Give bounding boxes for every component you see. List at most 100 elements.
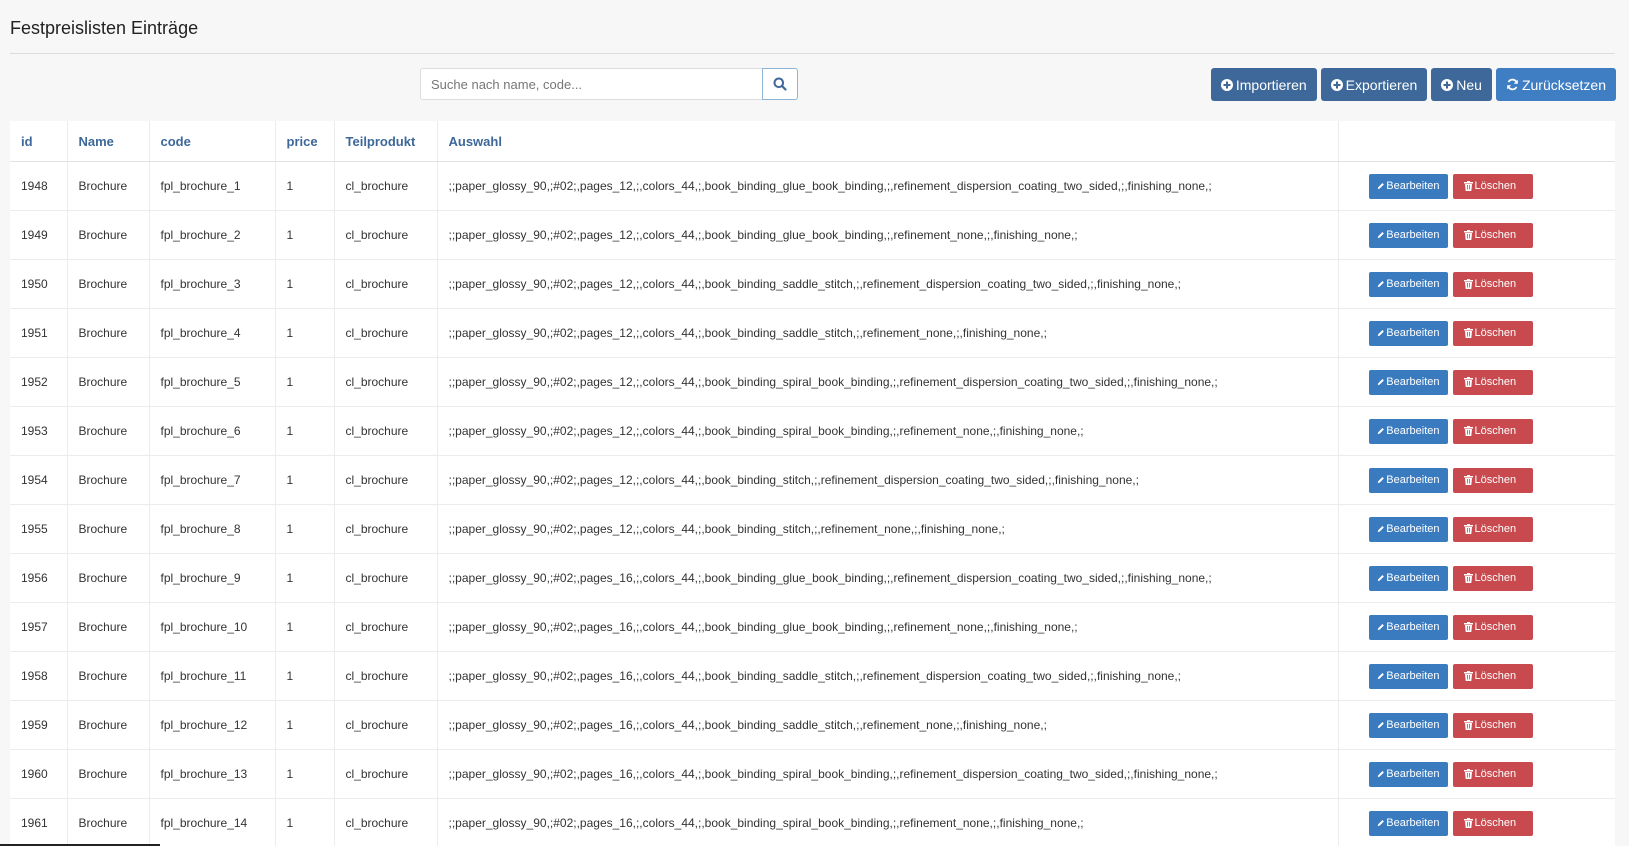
edit-button[interactable]: Bearbeiten	[1368, 712, 1448, 738]
cell-name: Brochure	[67, 455, 150, 505]
edit-button[interactable]: Bearbeiten	[1368, 614, 1448, 640]
edit-label: Bearbeiten	[1386, 278, 1440, 290]
cell-code: fpl_brochure_10	[149, 602, 276, 652]
new-button[interactable]: Neu	[1431, 68, 1492, 101]
cell-teilprodukt: cl_brochure	[334, 798, 438, 846]
cell-code: fpl_brochure_4	[149, 308, 276, 358]
edit-label: Bearbeiten	[1386, 621, 1440, 633]
cell-name: Brochure	[67, 749, 150, 799]
reset-button[interactable]: Zurücksetzen	[1495, 68, 1616, 101]
cell-auswahl: ;;paper_glossy_90,;#02;,pages_12,;,color…	[437, 455, 1339, 505]
plus-circle-icon	[1330, 78, 1343, 91]
edit-button[interactable]: Bearbeiten	[1368, 810, 1448, 836]
delete-button[interactable]: Löschen	[1452, 320, 1533, 346]
cell-id: 1958	[10, 651, 68, 701]
cell-code: fpl_brochure_13	[149, 749, 276, 799]
edit-label: Bearbeiten	[1386, 425, 1440, 437]
delete-label: Löschen	[1474, 817, 1517, 829]
cell-actions: Bearbeiten Löschen	[1338, 308, 1615, 358]
cell-auswahl: ;;paper_glossy_90,;#02;,pages_12,;,color…	[437, 259, 1339, 309]
cell-code: fpl_brochure_8	[149, 504, 276, 554]
delete-button[interactable]: Löschen	[1452, 222, 1533, 248]
cell-actions: Bearbeiten Löschen	[1338, 749, 1615, 799]
cell-price: 1	[275, 798, 335, 846]
delete-button[interactable]: Löschen	[1452, 712, 1533, 738]
trash-icon	[1463, 720, 1473, 730]
trash-icon	[1463, 426, 1473, 436]
edit-button[interactable]: Bearbeiten	[1368, 369, 1448, 395]
delete-button[interactable]: Löschen	[1452, 565, 1533, 591]
cell-teilprodukt: cl_brochure	[334, 357, 438, 407]
edit-button[interactable]: Bearbeiten	[1368, 320, 1448, 346]
pencil-icon	[1377, 428, 1384, 435]
delete-button[interactable]: Löschen	[1452, 614, 1533, 640]
edit-label: Bearbeiten	[1386, 474, 1440, 486]
trash-icon	[1463, 475, 1473, 485]
cell-code: fpl_brochure_12	[149, 700, 276, 750]
column-header-code[interactable]: code	[149, 121, 276, 162]
cell-actions: Bearbeiten Löschen	[1338, 357, 1615, 407]
table-row: 1961 Brochure fpl_brochure_14 1 cl_broch…	[10, 798, 1615, 846]
edit-button[interactable]: Bearbeiten	[1368, 467, 1448, 493]
delete-button[interactable]: Löschen	[1452, 810, 1533, 836]
delete-button[interactable]: Löschen	[1452, 369, 1533, 395]
pencil-icon	[1377, 771, 1384, 778]
cell-id: 1954	[10, 455, 68, 505]
cell-id: 1950	[10, 259, 68, 309]
trash-icon	[1463, 377, 1473, 387]
cell-actions: Bearbeiten Löschen	[1338, 210, 1615, 260]
cell-name: Brochure	[67, 651, 150, 701]
search-button[interactable]	[762, 68, 798, 100]
delete-label: Löschen	[1474, 474, 1517, 486]
edit-label: Bearbeiten	[1386, 719, 1440, 731]
edit-button[interactable]: Bearbeiten	[1368, 761, 1448, 787]
column-header-name[interactable]: Name	[67, 121, 150, 162]
table-row: 1957 Brochure fpl_brochure_10 1 cl_broch…	[10, 602, 1615, 652]
column-header-id[interactable]: id	[10, 121, 68, 162]
delete-button[interactable]: Löschen	[1452, 418, 1533, 444]
cell-actions: Bearbeiten Löschen	[1338, 504, 1615, 554]
cell-auswahl: ;;paper_glossy_90,;#02;,pages_12,;,color…	[437, 504, 1339, 554]
column-header-price[interactable]: price	[275, 121, 335, 162]
delete-button[interactable]: Löschen	[1452, 761, 1533, 787]
search-input[interactable]	[420, 68, 762, 100]
cell-id: 1960	[10, 749, 68, 799]
column-header-auswahl[interactable]: Auswahl	[437, 121, 1339, 162]
edit-label: Bearbeiten	[1386, 327, 1440, 339]
refresh-icon	[1506, 78, 1519, 91]
cell-name: Brochure	[67, 357, 150, 407]
cell-teilprodukt: cl_brochure	[334, 602, 438, 652]
cell-teilprodukt: cl_brochure	[334, 749, 438, 799]
cell-auswahl: ;;paper_glossy_90,;#02;,pages_12,;,color…	[437, 308, 1339, 358]
cell-teilprodukt: cl_brochure	[334, 161, 438, 211]
cell-code: fpl_brochure_11	[149, 651, 276, 701]
table-row: 1950 Brochure fpl_brochure_3 1 cl_brochu…	[10, 259, 1615, 309]
cell-code: fpl_brochure_14	[149, 798, 276, 846]
import-button[interactable]: Importieren	[1210, 68, 1317, 101]
delete-label: Löschen	[1474, 621, 1517, 633]
edit-button[interactable]: Bearbeiten	[1368, 565, 1448, 591]
edit-button[interactable]: Bearbeiten	[1368, 418, 1448, 444]
table-row: 1949 Brochure fpl_brochure_2 1 cl_brochu…	[10, 210, 1615, 260]
edit-button[interactable]: Bearbeiten	[1368, 222, 1448, 248]
delete-label: Löschen	[1474, 376, 1517, 388]
table-row: 1959 Brochure fpl_brochure_12 1 cl_broch…	[10, 700, 1615, 750]
delete-button[interactable]: Löschen	[1452, 663, 1533, 689]
cell-auswahl: ;;paper_glossy_90,;#02;,pages_16,;,color…	[437, 553, 1339, 603]
delete-button[interactable]: Löschen	[1452, 516, 1533, 542]
delete-button[interactable]: Löschen	[1452, 467, 1533, 493]
trash-icon	[1463, 573, 1473, 583]
cell-teilprodukt: cl_brochure	[334, 210, 438, 260]
trash-icon	[1463, 671, 1473, 681]
edit-label: Bearbeiten	[1386, 817, 1440, 829]
delete-button[interactable]: Löschen	[1452, 271, 1533, 297]
edit-button[interactable]: Bearbeiten	[1368, 663, 1448, 689]
edit-button[interactable]: Bearbeiten	[1368, 271, 1448, 297]
column-header-teilprodukt[interactable]: Teilprodukt	[334, 121, 438, 162]
cell-name: Brochure	[67, 553, 150, 603]
export-button[interactable]: Exportieren	[1320, 68, 1428, 101]
delete-button[interactable]: Löschen	[1452, 173, 1533, 199]
edit-button[interactable]: Bearbeiten	[1368, 516, 1448, 542]
edit-button[interactable]: Bearbeiten	[1368, 173, 1448, 199]
cell-auswahl: ;;paper_glossy_90,;#02;,pages_16,;,color…	[437, 602, 1339, 652]
